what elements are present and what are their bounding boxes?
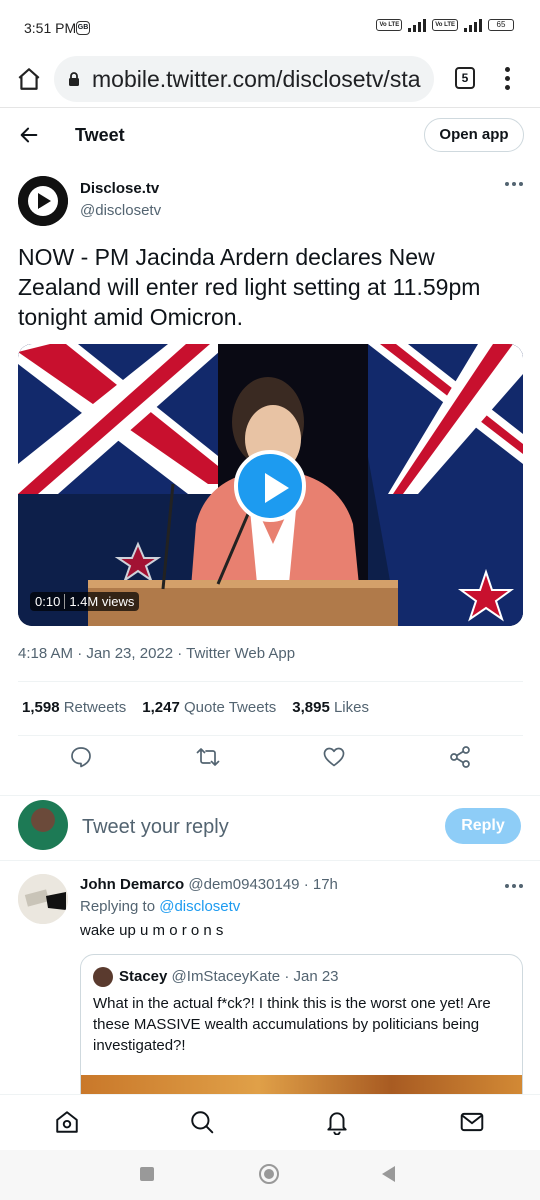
system-nav-bar <box>0 1150 540 1200</box>
url-text: mobile.twitter.com/disclosetv/sta <box>92 65 421 92</box>
status-time: 3:51 PM <box>24 20 77 36</box>
quoted-author-handle: @ImStaceyKate <box>171 968 281 985</box>
disclose-tv-avatar[interactable] <box>18 176 68 226</box>
play-button[interactable] <box>234 450 306 522</box>
divider <box>18 735 523 736</box>
user-avatar[interactable] <box>18 800 68 850</box>
author-handle[interactable]: @disclosetv <box>80 202 161 219</box>
bell-icon[interactable] <box>324 1109 350 1135</box>
likes-count: 3,895 <box>292 699 330 716</box>
battery-icon: 65 <box>488 19 514 31</box>
reply-button[interactable]: Reply <box>445 808 521 844</box>
signal-icon-2 <box>464 18 482 32</box>
reply-text: wake up u m o r o n s <box>80 922 224 939</box>
retweets-label: Retweets <box>63 699 127 716</box>
replying-to-link[interactable]: @disclosetv <box>159 898 240 915</box>
heart-icon[interactable] <box>322 745 346 769</box>
quoted-time: · Jan 23 <box>284 968 339 985</box>
share-icon[interactable] <box>448 745 472 769</box>
retweets-stat[interactable]: 1,598 Retweets <box>22 699 126 716</box>
tab-switcher-icon[interactable]: 5 <box>455 67 475 89</box>
replying-to: Replying to @disclosetv <box>80 898 240 915</box>
signal-icon <box>408 18 427 32</box>
status-icons: Vo LTE Vo LTE 65 <box>376 18 514 32</box>
volte-icon-2: Vo LTE <box>432 19 458 31</box>
video-info: 0:10 1.4M views <box>30 592 140 611</box>
retweets-count: 1,598 <box>22 699 60 716</box>
quoted-text: What in the actual f*ck?! I think this i… <box>93 995 491 1054</box>
quoted-author-name: Stacey <box>119 968 168 985</box>
reply-input[interactable]: Tweet your reply <box>82 816 229 839</box>
home-button-icon[interactable] <box>259 1164 279 1184</box>
reply-author-avatar[interactable] <box>18 874 68 924</box>
bottom-nav <box>0 1094 540 1150</box>
reply-header: John Demarco @dem09430149 · 17h <box>80 876 338 893</box>
mail-icon[interactable] <box>459 1109 485 1135</box>
tweet-author: Disclose.tv @disclosetv <box>18 176 523 236</box>
divider <box>18 681 523 682</box>
page-title: Tweet <box>75 125 125 145</box>
tweet-actions <box>0 745 540 779</box>
reply-icon[interactable] <box>69 745 93 769</box>
browser-toolbar: mobile.twitter.com/disclosetv/sta 5 <box>0 52 540 108</box>
quoted-author-avatar <box>93 967 113 987</box>
replying-to-label: Replying to <box>80 898 156 915</box>
play-icon <box>265 473 289 503</box>
back-icon[interactable] <box>382 1166 395 1182</box>
reply-author-handle[interactable]: @dem09430149 <box>188 876 299 893</box>
volte-icon: Vo LTE <box>376 19 403 31</box>
reply-more-icon[interactable] <box>505 884 523 890</box>
reply-author-name[interactable]: John Demarco <box>80 876 184 893</box>
quote-tweets-stat[interactable]: 1,247 Quote Tweets <box>142 699 276 716</box>
search-icon[interactable] <box>189 1109 215 1135</box>
quote-tweets-label: Quote Tweets <box>183 699 277 716</box>
likes-stat[interactable]: 3,895 Likes <box>292 699 369 716</box>
home-icon[interactable] <box>54 1109 80 1135</box>
likes-label: Likes <box>333 699 369 716</box>
lock-icon <box>69 72 79 86</box>
quoted-header: Stacey @ImStaceyKate · Jan 23 <box>119 968 339 985</box>
recents-icon[interactable] <box>140 1167 154 1181</box>
reply-time: · 17h <box>303 876 338 893</box>
tweet-text: NOW - PM Jacinda Ardern declares New Zea… <box>18 244 481 330</box>
address-bar[interactable]: mobile.twitter.com/disclosetv/sta <box>54 56 434 102</box>
reply-composer: Tweet your reply Reply <box>0 795 540 861</box>
back-arrow-icon[interactable] <box>18 124 40 146</box>
tweet-stats: 1,598 Retweets 1,247 Quote Tweets 3,895 … <box>22 699 369 716</box>
video-duration: 0:10 <box>35 594 61 609</box>
reply-tweet[interactable]: John Demarco @dem09430149 · 17h Replying… <box>0 862 540 1114</box>
browser-home-icon[interactable] <box>16 66 42 92</box>
quote-tweets-count: 1,247 <box>142 699 180 716</box>
open-app-button[interactable]: Open app <box>424 118 524 152</box>
author-name[interactable]: Disclose.tv <box>80 180 159 197</box>
quoted-tweet[interactable]: Stacey @ImStaceyKate · Jan 23 What in th… <box>80 954 523 1114</box>
data-saver-badge: GB <box>76 21 90 35</box>
browser-menu-icon[interactable] <box>505 67 511 91</box>
page-header: Tweet Open app <box>0 108 540 162</box>
tweet-timestamp[interactable]: 4:18 AM · Jan 23, 2022 · Twitter Web App <box>18 645 295 662</box>
retweet-icon[interactable] <box>196 745 220 769</box>
tweet-video[interactable]: 0:10 1.4M views <box>18 344 523 626</box>
video-views: 1.4M views <box>69 594 135 609</box>
more-options-icon[interactable] <box>505 182 523 188</box>
status-bar: 3:51 PM GB Vo LTE Vo LTE 65 <box>0 0 540 52</box>
